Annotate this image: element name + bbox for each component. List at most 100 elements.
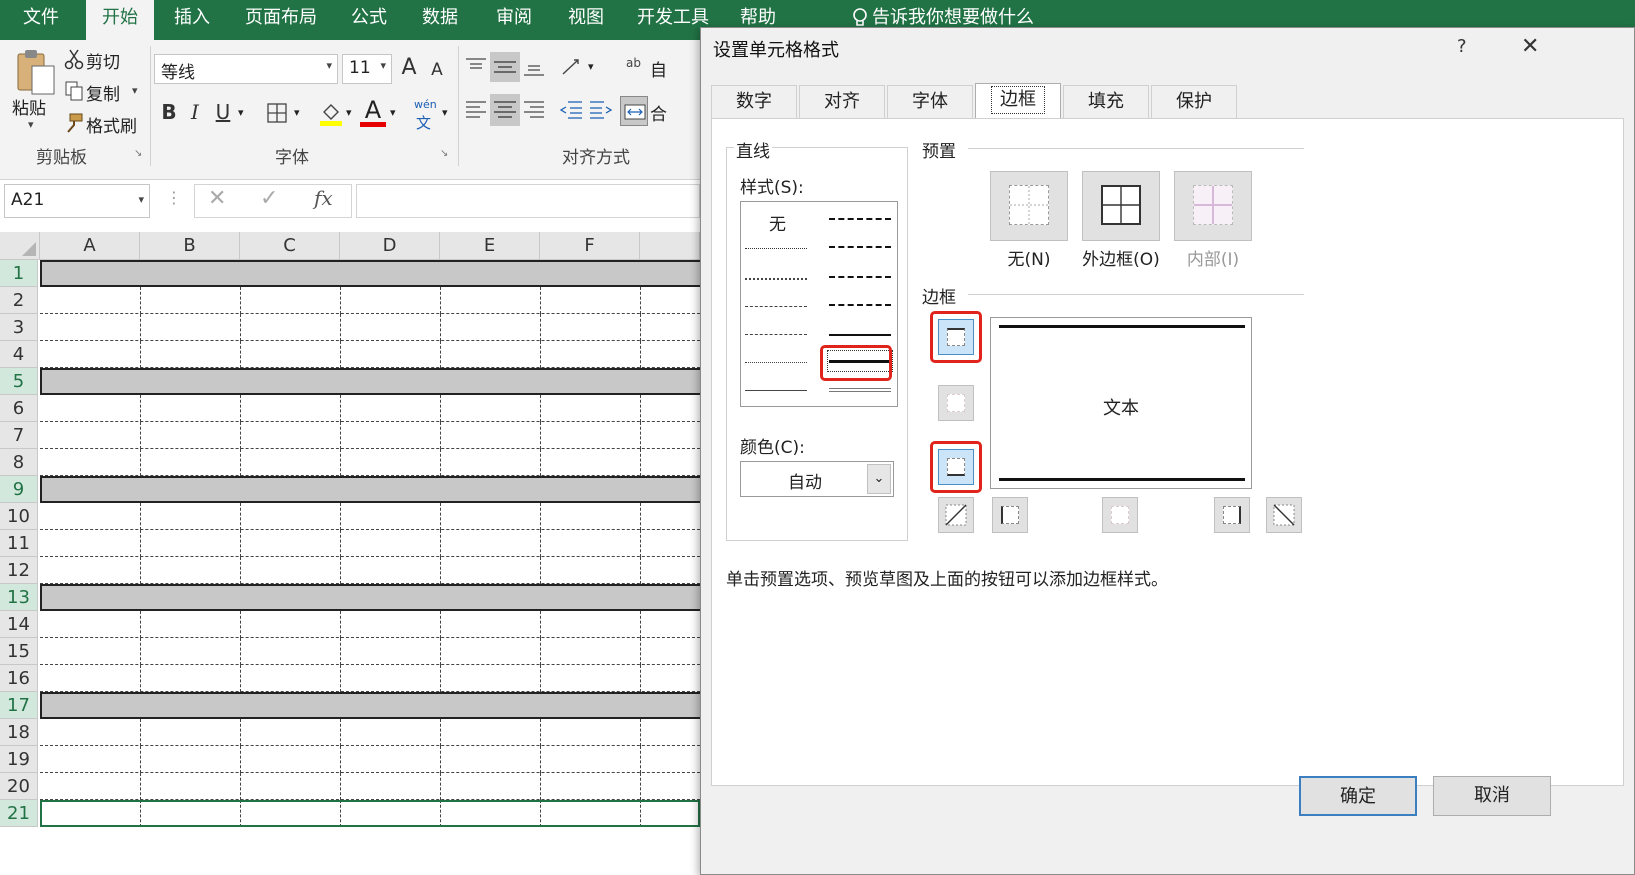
align-top-icon[interactable] bbox=[464, 56, 488, 78]
tab-protection[interactable]: 保护 bbox=[1151, 85, 1237, 119]
border-preview[interactable]: 文本 bbox=[990, 317, 1252, 489]
line-style-thin[interactable] bbox=[745, 390, 807, 391]
menu-home[interactable]: 开始 bbox=[86, 0, 154, 42]
preset-outline-button[interactable] bbox=[1082, 171, 1160, 241]
help-button[interactable]: ? bbox=[1457, 36, 1467, 57]
line-style-dotted[interactable] bbox=[745, 278, 807, 280]
italic-button[interactable]: I bbox=[184, 98, 206, 126]
align-bottom-icon[interactable] bbox=[522, 56, 546, 78]
border-right-button[interactable] bbox=[1214, 497, 1250, 533]
tab-font[interactable]: 字体 bbox=[887, 85, 973, 119]
align-left-icon[interactable] bbox=[464, 98, 488, 122]
gray-header-row-9[interactable] bbox=[40, 476, 700, 503]
fill-color-icon[interactable] bbox=[318, 100, 344, 126]
insert-function-button[interactable]: fx bbox=[314, 186, 333, 210]
cut-button[interactable]: 剪切 bbox=[86, 48, 120, 73]
line-style-medium[interactable] bbox=[829, 334, 891, 336]
tab-alignment[interactable]: 对齐 bbox=[799, 85, 885, 119]
row-header-6[interactable]: 6 bbox=[0, 395, 38, 422]
line-style-dashed[interactable] bbox=[745, 334, 807, 335]
tab-border[interactable]: 边框 bbox=[975, 83, 1061, 119]
merge-center-button[interactable]: 合 bbox=[650, 100, 667, 125]
gray-header-row-5[interactable] bbox=[40, 368, 700, 395]
cancel-entry-icon[interactable]: ✕ bbox=[208, 186, 226, 211]
row-header-15[interactable]: 15 bbox=[0, 638, 38, 665]
orientation-icon[interactable] bbox=[560, 56, 586, 78]
column-header-g[interactable] bbox=[640, 232, 700, 260]
column-header-d[interactable]: D bbox=[340, 232, 440, 260]
active-cell-a21[interactable] bbox=[40, 800, 700, 827]
paste-dropdown-icon[interactable]: ▾ bbox=[28, 118, 34, 131]
chevron-down-icon[interactable]: ▾ bbox=[294, 106, 300, 119]
chevron-down-icon[interactable]: ▾ bbox=[346, 106, 352, 119]
chevron-down-icon[interactable]: ▾ bbox=[390, 106, 396, 119]
line-style-none[interactable]: 无 bbox=[769, 210, 786, 235]
preset-none-button[interactable] bbox=[990, 171, 1068, 241]
menu-page-layout[interactable]: 页面布局 bbox=[236, 0, 326, 40]
row-header-19[interactable]: 19 bbox=[0, 746, 38, 773]
menu-formulas[interactable]: 公式 bbox=[340, 0, 398, 40]
close-icon[interactable]: ✕ bbox=[1521, 34, 1539, 59]
wrap-text-button[interactable]: 自 bbox=[650, 56, 667, 81]
row-header-17[interactable]: 17 bbox=[0, 692, 38, 719]
row-header-14[interactable]: 14 bbox=[0, 611, 38, 638]
menu-file[interactable]: 文件 bbox=[8, 0, 74, 40]
row-header-5[interactable]: 5 bbox=[0, 368, 38, 395]
line-style-medium-dash-dot[interactable] bbox=[829, 276, 891, 278]
gray-header-row-13[interactable] bbox=[40, 584, 700, 611]
preset-inside-button[interactable] bbox=[1174, 171, 1252, 241]
wrap-text-icon[interactable]: ab bbox=[626, 56, 641, 70]
row-header-9[interactable]: 9 bbox=[0, 476, 38, 503]
color-select[interactable]: 自动 ⌄ bbox=[740, 461, 894, 497]
underline-button[interactable]: U bbox=[212, 98, 234, 126]
row-header-10[interactable]: 10 bbox=[0, 503, 38, 530]
font-name-combo[interactable]: 等线 ▾ bbox=[154, 54, 338, 84]
chevron-down-icon[interactable]: ▾ bbox=[442, 106, 448, 119]
bold-button[interactable]: B bbox=[158, 98, 180, 126]
border-left-button[interactable] bbox=[992, 497, 1028, 533]
row-header-2[interactable]: 2 bbox=[0, 287, 38, 314]
copy-dropdown-icon[interactable]: ▾ bbox=[132, 84, 138, 97]
gray-header-row-1[interactable] bbox=[40, 260, 700, 287]
row-header-12[interactable]: 12 bbox=[0, 557, 38, 584]
chevron-down-icon[interactable]: ⌄ bbox=[867, 464, 891, 494]
phonetic-button[interactable]: wén bbox=[414, 98, 437, 111]
row-header-21[interactable]: 21 bbox=[0, 800, 38, 827]
border-diagonal-up-button[interactable] bbox=[938, 497, 974, 533]
row-header-8[interactable]: 8 bbox=[0, 449, 38, 476]
row-header-20[interactable]: 20 bbox=[0, 773, 38, 800]
column-header-a[interactable]: A bbox=[40, 232, 140, 260]
borders-icon[interactable] bbox=[266, 102, 288, 124]
confirm-entry-icon[interactable]: ✓ bbox=[260, 186, 278, 211]
cancel-button[interactable]: 取消 bbox=[1433, 776, 1551, 816]
font-launcher-icon[interactable]: ↘ bbox=[440, 148, 448, 159]
column-header-b[interactable]: B bbox=[140, 232, 240, 260]
chevron-down-icon[interactable]: ▾ bbox=[588, 60, 594, 73]
border-diagonal-down-button[interactable] bbox=[1266, 497, 1302, 533]
shrink-font-button[interactable]: A bbox=[426, 56, 448, 84]
font-color-button[interactable]: A bbox=[360, 96, 386, 124]
increase-indent-icon[interactable] bbox=[588, 98, 614, 122]
row-header-3[interactable]: 3 bbox=[0, 314, 38, 341]
paste-icon[interactable] bbox=[14, 48, 58, 98]
font-size-combo[interactable]: 11 ▾ bbox=[342, 54, 392, 84]
menu-review[interactable]: 审阅 bbox=[484, 0, 544, 40]
decrease-indent-icon[interactable] bbox=[558, 98, 584, 122]
ok-button[interactable]: 确定 bbox=[1299, 776, 1417, 816]
align-right-icon[interactable] bbox=[522, 98, 546, 122]
column-header-e[interactable]: E bbox=[440, 232, 540, 260]
border-inside-horizontal-button[interactable] bbox=[938, 385, 974, 421]
column-header-c[interactable]: C bbox=[240, 232, 340, 260]
line-style-hair[interactable] bbox=[745, 248, 807, 249]
tab-fill[interactable]: 填充 bbox=[1063, 85, 1149, 119]
menu-data[interactable]: 数据 bbox=[410, 0, 470, 40]
line-style-dotted-2[interactable] bbox=[745, 362, 807, 363]
chevron-down-icon[interactable]: ▾ bbox=[238, 106, 244, 119]
column-header-f[interactable]: F bbox=[540, 232, 640, 260]
row-header-13[interactable]: 13 bbox=[0, 584, 38, 611]
row-header-4[interactable]: 4 bbox=[0, 341, 38, 368]
line-style-slant-dash[interactable] bbox=[829, 246, 891, 248]
align-center-icon[interactable] bbox=[490, 94, 520, 126]
line-style-medium-dashed[interactable] bbox=[829, 304, 891, 306]
select-all-corner[interactable] bbox=[0, 232, 40, 260]
